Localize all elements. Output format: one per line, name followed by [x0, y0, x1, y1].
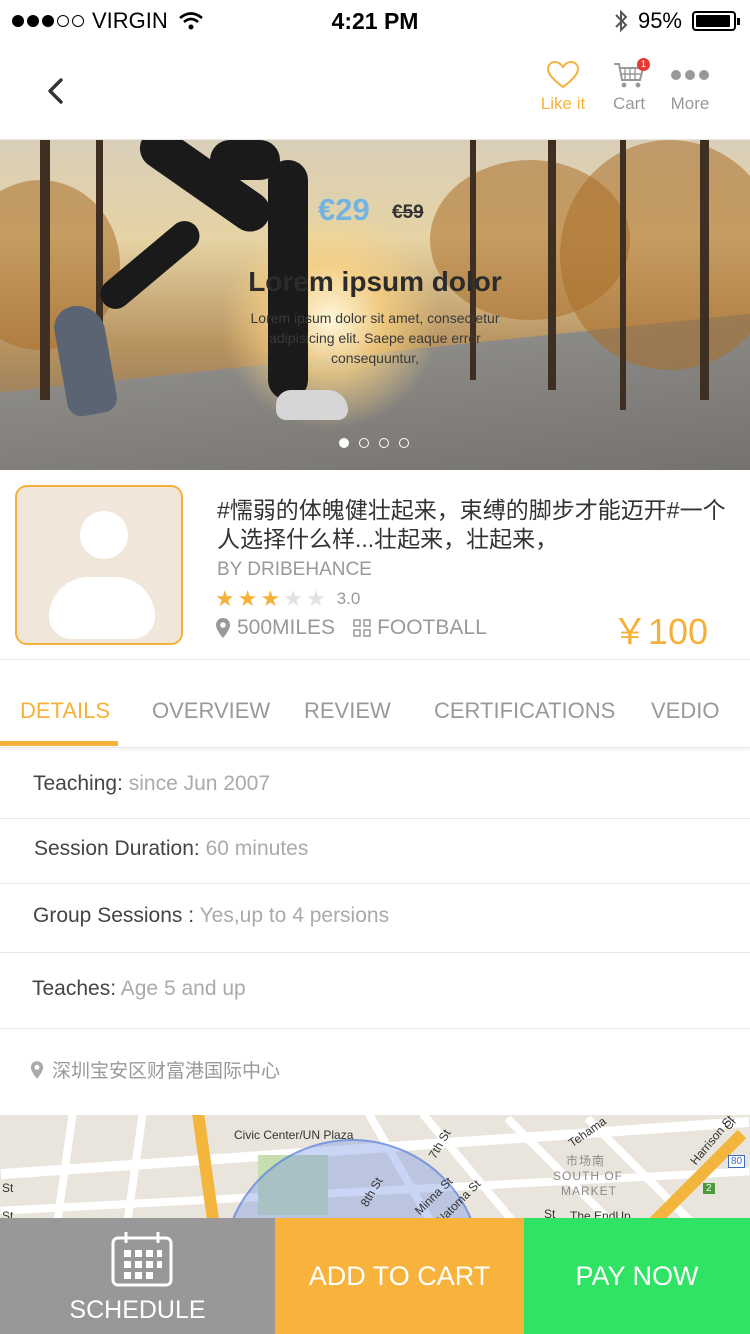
schedule-label: SCHEDULE [69, 1296, 206, 1324]
nav-bar: Like it 1 Cart More [0, 40, 750, 140]
heart-icon [546, 60, 580, 89]
detail-value: since Jun 2007 [128, 772, 271, 795]
highway-shield-2: 2 [703, 1183, 715, 1194]
add-to-cart-button[interactable]: ADD TO CART [275, 1218, 524, 1334]
hero-description: Lorem ipsum dolor sit amet, consectetur … [250, 310, 500, 366]
tab-certifications[interactable]: CERTIFICATIONS [434, 698, 615, 724]
star-icon: ★ [237, 586, 258, 611]
detail-label: Group Sessions : [33, 904, 195, 927]
tab-overview[interactable]: OVERVIEW [152, 698, 270, 724]
status-bar: VIRGIN 4:21 PM 95% [0, 0, 750, 40]
location-pin-icon [30, 1060, 44, 1079]
map-label-st: St [2, 1181, 14, 1195]
detail-row-teaching: Teaching: since Jun 2007 [0, 750, 750, 819]
detail-value: 60 minutes [205, 837, 309, 860]
star-icon: ★ [283, 586, 303, 611]
grid-category-icon [353, 619, 371, 637]
address-text: 深圳宝安区财富港国际中心 [52, 1061, 281, 1082]
product-title: #懦弱的体魄健壮起来，束缚的脚步才能迈开#一个人选择什么样...壮起来，壮起来， [217, 497, 726, 552]
category-info: FOOTBALL [353, 616, 487, 640]
hero-banner[interactable]: €29 €59 Lorem ipsum dolor Lorem ipsum do… [0, 140, 750, 470]
more-dots-icon [671, 70, 709, 80]
tab-review[interactable]: REVIEW [304, 698, 391, 724]
star-icon: ★ [305, 586, 326, 611]
more-label: More [670, 94, 710, 113]
detail-value: Age 5 and up [120, 977, 246, 1000]
avatar-body [49, 577, 155, 639]
location-map[interactable]: Civic Center/UN Plaza 7th St 8th St Minn… [0, 1115, 750, 1225]
hero-title: Lorem ipsum dolor [248, 266, 502, 297]
cart-button[interactable]: 1 Cart [594, 58, 664, 114]
pay-now-button[interactable]: PAY NOW [524, 1218, 750, 1334]
detail-label: Teaching: [33, 772, 123, 795]
cart-count-badge: 1 [637, 58, 650, 71]
calendar-icon [111, 1232, 173, 1287]
detail-row-teaches: Teaches: Age 5 and up [0, 953, 750, 1029]
more-button[interactable]: More [655, 58, 725, 114]
battery-fill [696, 15, 731, 27]
add-to-cart-label: ADD TO CART [308, 1260, 491, 1291]
detail-label: Session Duration: [34, 837, 200, 860]
detail-label: Teaches: [32, 977, 117, 1000]
hero-price-now: €29 [318, 192, 370, 227]
product-author: BY DRIBEHANCE [217, 559, 372, 580]
address[interactable]: 深圳宝安区财富港国际中心 [30, 1056, 280, 1083]
pager-dot[interactable] [379, 438, 389, 448]
like-button[interactable]: Like it [528, 58, 598, 114]
pager-dot[interactable] [339, 438, 349, 448]
map-label-market-en-2: MARKET [561, 1184, 618, 1198]
map-label-plaza: Civic Center/UN Plaza [234, 1128, 354, 1142]
schedule-button[interactable]: SCHEDULE [0, 1218, 275, 1334]
active-tab-indicator [0, 741, 118, 746]
rating: ★ ★ ★ ★ ★ 3.0 [215, 587, 360, 611]
category-text: FOOTBALL [377, 616, 487, 639]
distance-info: 500MILES [215, 616, 335, 640]
carousel-pager[interactable] [339, 438, 409, 448]
status-right: 95% [614, 8, 740, 34]
rating-stars: ★ ★ ★ ★ ★ [215, 587, 329, 611]
like-label: Like it [540, 94, 586, 113]
detail-row-session-duration: Session Duration: 60 minutes [0, 819, 750, 884]
tab-vedio[interactable]: VEDIO [651, 698, 719, 724]
avatar-head [80, 511, 128, 559]
avatar[interactable] [15, 485, 183, 645]
highway-shield-80: 80 [728, 1155, 746, 1168]
back-button[interactable] [36, 70, 76, 110]
location-pin-icon [216, 618, 230, 638]
star-icon: ★ [215, 586, 235, 611]
map-label-market-en-1: SOUTH OF [553, 1169, 623, 1183]
chevron-left-icon [48, 78, 63, 104]
bottom-action-bar: SCHEDULE ADD TO CART PAY NOW [0, 1218, 750, 1334]
rating-value: 3.0 [336, 589, 361, 608]
product-meta: 500MILES FOOTBALL [215, 616, 505, 640]
detail-row-group-sessions: Group Sessions : Yes,up to 4 persions [0, 884, 750, 953]
pager-dot[interactable] [359, 438, 369, 448]
star-icon: ★ [260, 586, 281, 611]
hero-price-old: €59 [392, 202, 424, 223]
bluetooth-icon [615, 9, 628, 33]
battery-percent: 95% [637, 8, 682, 33]
tab-details[interactable]: DETAILS [20, 698, 110, 724]
battery-icon [692, 11, 740, 31]
distance-text: 500MILES [237, 616, 336, 639]
product-price: ￥100 [611, 611, 708, 652]
pager-dot[interactable] [399, 438, 409, 448]
detail-tabs: DETAILS OVERVIEW REVIEW CERTIFICATIONS V… [0, 678, 750, 748]
pay-now-label: PAY NOW [575, 1260, 699, 1291]
product-info: #懦弱的体魄健壮起来，束缚的脚步才能迈开#一个人选择什么样...壮起来，壮起来，… [0, 470, 750, 660]
detail-value: Yes,up to 4 persions [199, 904, 390, 927]
runner-shoe-front [276, 390, 348, 420]
map-highway [191, 1115, 221, 1225]
map-label-market-cn: 市场南 [566, 1154, 606, 1168]
cart-label: Cart [612, 94, 646, 113]
tree [548, 140, 556, 390]
